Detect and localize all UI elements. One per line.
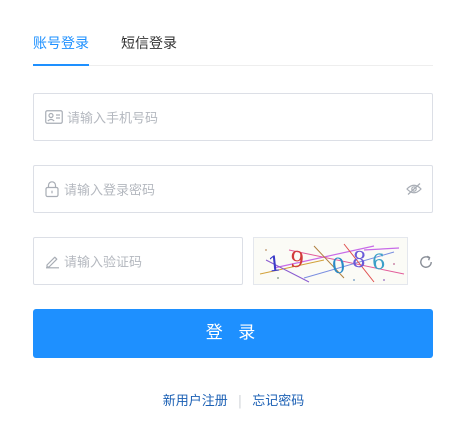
password-field[interactable]: 请输入登录密码 <box>33 165 433 213</box>
captcha-image[interactable]: 1 9 0 8 6 <box>253 237 408 285</box>
tab-sms-login[interactable]: 短信登录 <box>121 34 177 54</box>
captcha-digit: 6 <box>371 249 387 275</box>
phone-placeholder: 请输入手机号码 <box>67 111 159 127</box>
footer-links: 新用户注册 | 忘记密码 <box>0 390 467 409</box>
pencil-icon <box>45 254 60 269</box>
forgot-password-link[interactable]: 忘记密码 <box>252 394 304 409</box>
active-tab-indicator <box>33 64 89 66</box>
captcha-field[interactable]: 请输入验证码 <box>33 237 243 285</box>
refresh-icon[interactable] <box>418 254 434 270</box>
phone-field[interactable]: 请输入手机号码 <box>33 93 433 141</box>
register-link[interactable]: 新用户注册 <box>163 394 228 409</box>
captcha-digit: 9 <box>289 247 305 274</box>
login-button[interactable]: 登 录 <box>33 309 433 358</box>
password-placeholder: 请输入登录密码 <box>64 183 156 199</box>
captcha-digit: 1 <box>266 251 283 277</box>
id-card-icon <box>45 110 63 124</box>
footer-separator: | <box>237 394 243 409</box>
captcha-placeholder: 请输入验证码 <box>64 255 143 271</box>
lock-icon <box>45 181 59 198</box>
tab-account-login[interactable]: 账号登录 <box>33 34 89 54</box>
login-tabs: 账号登录 短信登录 <box>33 30 433 66</box>
captcha-digit: 8 <box>350 247 368 274</box>
eye-hidden-icon[interactable] <box>406 183 422 195</box>
